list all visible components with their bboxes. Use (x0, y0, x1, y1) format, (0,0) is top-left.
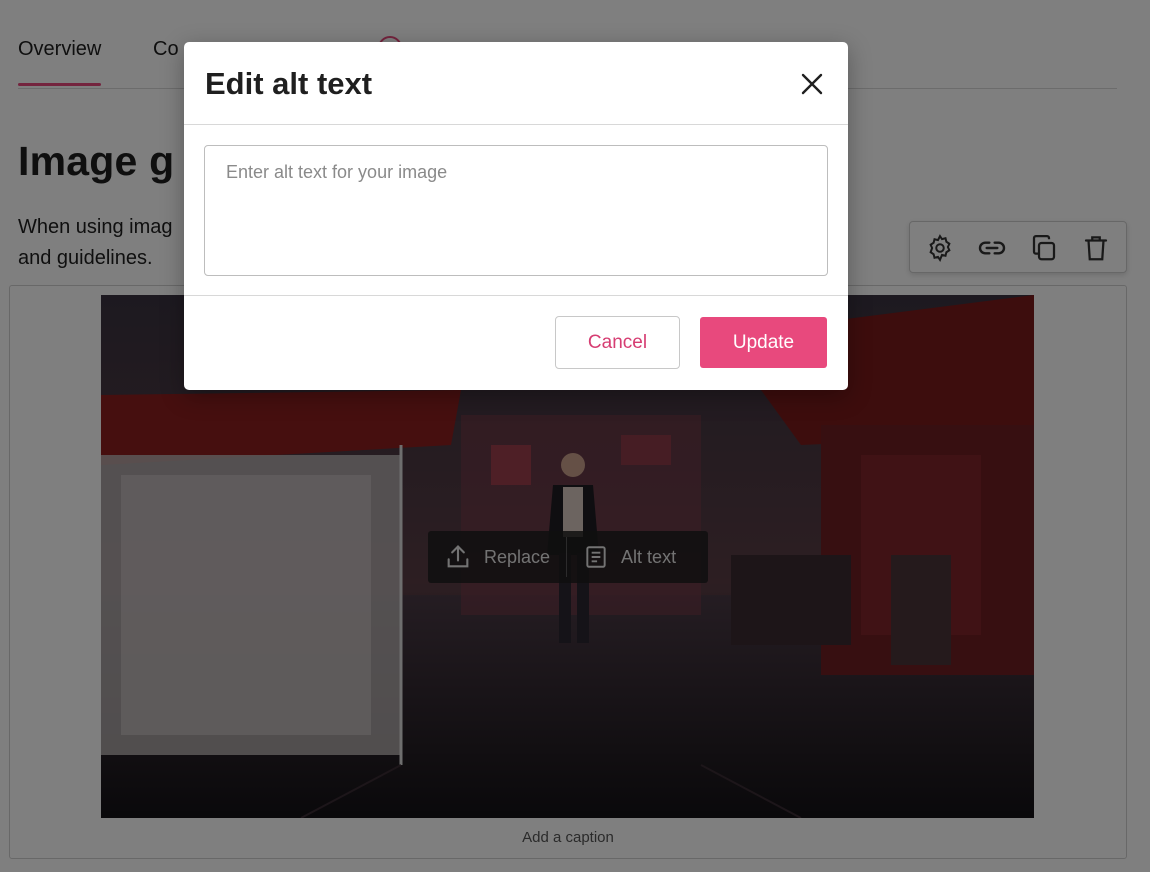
update-button[interactable]: Update (700, 317, 827, 368)
close-icon[interactable] (798, 70, 826, 98)
dialog-footer-divider (184, 295, 848, 296)
cancel-button[interactable]: Cancel (555, 316, 680, 369)
edit-alt-text-dialog: Edit alt text Cancel Update (184, 42, 848, 390)
dialog-title: Edit alt text (205, 66, 373, 101)
dialog-header: Edit alt text (184, 42, 848, 125)
alt-text-input[interactable] (204, 145, 828, 276)
